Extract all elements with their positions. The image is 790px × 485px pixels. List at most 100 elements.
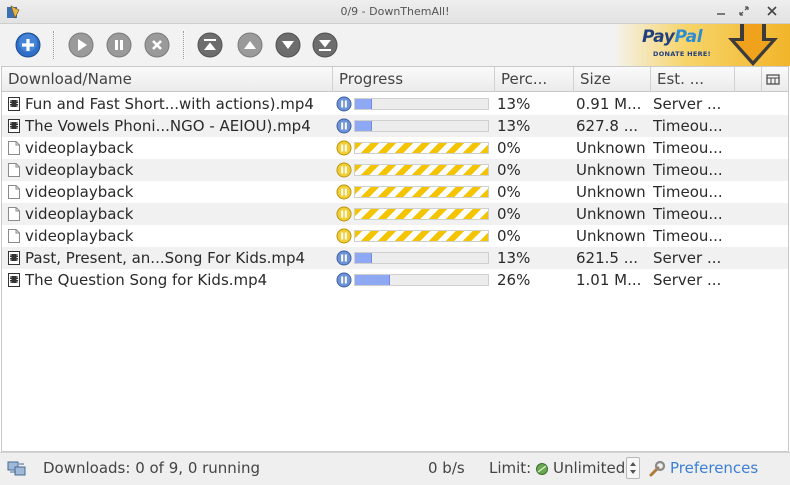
size-cell: Unknown	[576, 227, 646, 245]
toolbar-separator	[53, 31, 55, 59]
toolbar-separator	[183, 31, 185, 59]
size-cell: 1.01 M...	[576, 271, 642, 289]
table-row[interactable]: videoplayback 0% Unknown Timeou...	[2, 225, 788, 247]
maximize-icon[interactable]	[736, 3, 752, 19]
percent-cell: 26%	[497, 271, 531, 289]
media-file-icon	[8, 251, 20, 265]
percent-cell: 0%	[497, 227, 521, 245]
status-bar: Downloads: 0 of 9, 0 running 0 b/s Limit…	[0, 452, 790, 485]
downloads-table: Download/Name Progress Perc... Size Est.…	[1, 66, 789, 452]
progress-queued-stripes	[355, 209, 488, 219]
close-icon[interactable]	[764, 3, 780, 19]
minimize-icon[interactable]	[713, 3, 729, 19]
move-down-icon	[275, 32, 301, 58]
estimate-cell: Timeou...	[653, 139, 723, 157]
column-picker-icon[interactable]	[766, 72, 780, 86]
download-name: The Question Song for Kids.mp4	[25, 271, 268, 289]
download-speed: 0 b/s	[428, 459, 465, 477]
table-row[interactable]: videoplayback 0% Unknown Timeou...	[2, 203, 788, 225]
progress-bar	[354, 120, 489, 132]
file-icon	[8, 163, 20, 177]
column-header-size[interactable]: Size	[574, 67, 651, 92]
window-title: 0/9 - DownThemAll!	[340, 5, 450, 18]
download-name: The Vowels Phoni...NGO - AEIOU).mp4	[25, 117, 311, 135]
paused-icon	[336, 96, 352, 112]
progress-queued-stripes	[355, 187, 488, 197]
column-header-spacer	[735, 67, 762, 92]
percent-cell: 13%	[497, 249, 531, 267]
file-icon	[8, 207, 20, 221]
queued-pause-icon	[336, 162, 352, 178]
add-icon	[15, 32, 41, 58]
download-name: videoplayback	[25, 183, 134, 201]
paypal-donate-banner[interactable]: PayPal DONATE HERE!	[616, 24, 790, 66]
move-top-icon	[197, 32, 223, 58]
table-header: Download/Name Progress Perc... Size Est.…	[2, 67, 788, 92]
network-icon	[7, 461, 26, 476]
progress-fill	[355, 121, 373, 131]
column-header-percent[interactable]: Perc...	[495, 67, 574, 92]
download-name: Fun and Fast Short...with actions).mp4	[25, 95, 314, 113]
progress-queued-stripes	[355, 165, 488, 175]
speed-limit-spinner[interactable]	[626, 457, 640, 479]
table-row[interactable]: Fun and Fast Short...with actions).mp4 13…	[2, 93, 788, 115]
download-arrow-icon	[728, 24, 778, 66]
progress-queued-stripes	[355, 231, 488, 241]
progress-fill	[355, 99, 373, 109]
estimate-cell: Timeou...	[653, 117, 723, 135]
size-cell: 621.5 ...	[576, 249, 639, 267]
progress-bar	[354, 230, 489, 242]
progress-bar	[354, 274, 489, 286]
estimate-cell: Server ...	[653, 271, 722, 289]
pause-icon	[106, 32, 132, 58]
column-header-progress[interactable]: Progress	[333, 67, 495, 92]
paused-icon	[336, 272, 352, 288]
progress-bar	[354, 208, 489, 220]
speed-limit-value[interactable]: Unlimited	[553, 459, 625, 477]
downloads-summary: Downloads: 0 of 9, 0 running	[43, 459, 261, 477]
add-download-button[interactable]	[15, 32, 41, 58]
table-row[interactable]: videoplayback 0% Unknown Timeou...	[2, 181, 788, 203]
file-icon	[8, 141, 20, 155]
column-header-est[interactable]: Est. ...	[651, 67, 735, 92]
download-name: videoplayback	[25, 139, 134, 157]
download-name: videoplayback	[25, 161, 134, 179]
size-cell: Unknown	[576, 183, 646, 201]
percent-cell: 0%	[497, 205, 521, 223]
media-file-icon	[8, 97, 20, 111]
paypal-logo: PayPal	[642, 27, 703, 47]
table-row[interactable]: The Vowels Phoni...NGO - AEIOU).mp4 13% 62…	[2, 115, 788, 137]
percent-cell: 13%	[497, 117, 531, 135]
progress-queued-stripes	[355, 143, 488, 153]
paused-icon	[336, 118, 352, 134]
size-cell: 627.8 ...	[576, 117, 639, 135]
move-up-button[interactable]	[237, 32, 263, 58]
progress-fill	[355, 253, 373, 263]
column-header-name[interactable]: Download/Name	[2, 67, 333, 92]
queued-pause-icon	[336, 184, 352, 200]
resume-button[interactable]	[68, 32, 94, 58]
progress-bar	[354, 252, 489, 264]
paused-icon	[336, 250, 352, 266]
estimate-cell: Timeou...	[653, 161, 723, 179]
download-name: Past, Present, an...Song For Kids.mp4	[25, 249, 306, 267]
size-cell: Unknown	[576, 205, 646, 223]
table-row[interactable]: videoplayback 0% Unknown Timeou...	[2, 137, 788, 159]
limit-label: Limit:	[489, 459, 532, 477]
table-row[interactable]: Past, Present, an...Song For Kids.mp4 13%…	[2, 247, 788, 269]
move-bottom-button[interactable]	[312, 32, 338, 58]
progress-bar	[354, 164, 489, 176]
preferences-link[interactable]: Preferences	[670, 459, 758, 477]
progress-bar	[354, 98, 489, 110]
table-row[interactable]: The Question Song for Kids.mp4 26% 1.01 M.…	[2, 269, 788, 291]
move-down-button[interactable]	[275, 32, 301, 58]
percent-cell: 0%	[497, 183, 521, 201]
move-bottom-icon	[312, 32, 338, 58]
title-bar: 0/9 - DownThemAll!	[0, 0, 790, 24]
table-row[interactable]: videoplayback 0% Unknown Timeou...	[2, 159, 788, 181]
estimate-cell: Server ...	[653, 95, 722, 113]
estimate-cell: Server ...	[653, 249, 722, 267]
move-top-button[interactable]	[197, 32, 223, 58]
pause-button[interactable]	[106, 32, 132, 58]
cancel-button[interactable]	[144, 32, 170, 58]
